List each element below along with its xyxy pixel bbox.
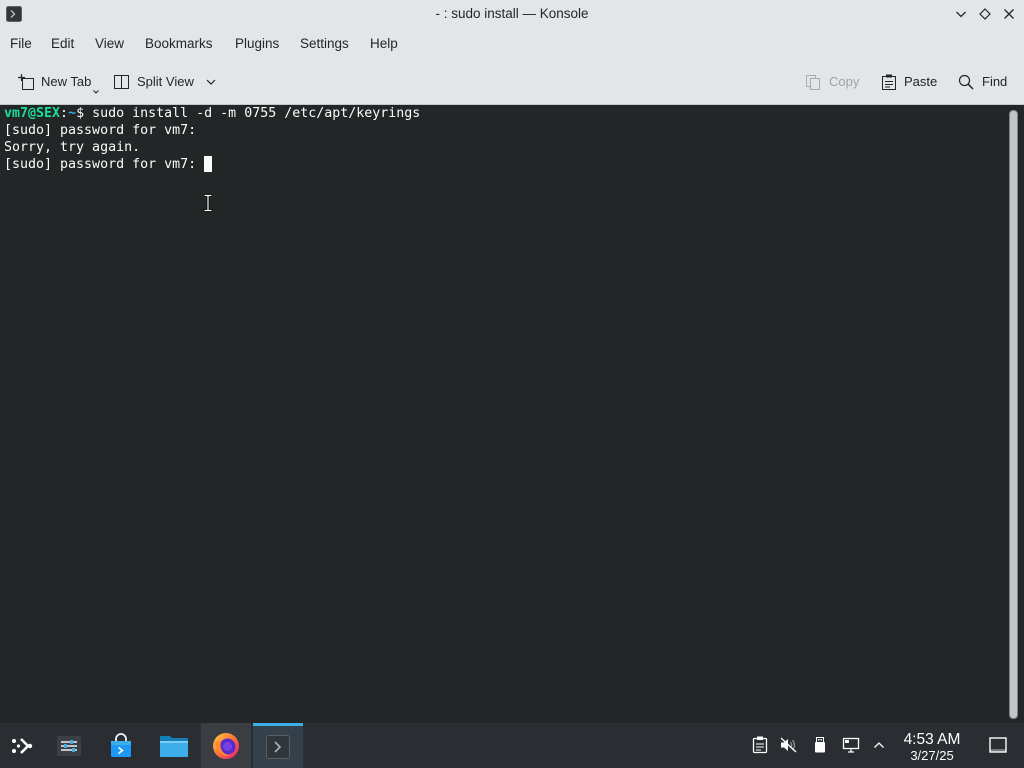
konsole-icon: [266, 735, 290, 759]
split-view-label: Split View: [137, 74, 194, 89]
digital-clock[interactable]: 4:53 AM 3/27/25: [892, 723, 972, 768]
prompt-symbol: $: [76, 106, 85, 121]
command-line: vm7@SEX:~$ sudo install -d -m 0755 /etc/a…: [4, 105, 420, 122]
split-view-icon: [114, 75, 129, 89]
new-tab-label: New Tab: [41, 74, 92, 89]
password-prompt-line: [sudo] password for vm7:: [4, 156, 420, 173]
text-cursor: [204, 156, 213, 172]
output-line: [sudo] password for vm7:: [4, 123, 197, 138]
dropdown-arrow-icon[interactable]: [93, 90, 99, 94]
prompt-path: ~: [68, 106, 77, 121]
application-launcher-icon: [12, 737, 33, 754]
chevron-down-icon[interactable]: [205, 76, 217, 88]
taskbar: 4:53 AM 3/27/25: [0, 723, 1024, 768]
split-view-button[interactable]: Split View: [106, 66, 224, 98]
discover-icon: [111, 732, 131, 757]
terminal-view[interactable]: vm7@SEX:~$ sudo install -d -m 0755 /etc/a…: [0, 105, 1024, 723]
chevron-down-icon[interactable]: [954, 7, 968, 21]
menu-help[interactable]: Help: [360, 28, 408, 60]
command-text: sudo install -d -m 0755 /etc/apt/keyring…: [92, 106, 421, 121]
removable-device-icon[interactable]: [814, 737, 826, 753]
paste-button[interactable]: Paste: [874, 66, 944, 98]
window-title: - : sudo install — Konsole: [435, 6, 589, 21]
mouse-ibeam-cursor: [204, 194, 212, 212]
menu-bar: File Edit View Bookmarks Plugins Setting…: [0, 28, 1024, 60]
folder-icon: [160, 735, 188, 757]
task-firefox[interactable]: [201, 723, 251, 768]
new-tab-button[interactable]: New Tab: [10, 66, 104, 98]
copy-button[interactable]: Copy: [798, 66, 866, 98]
find-button[interactable]: Find: [951, 66, 1017, 98]
scrollbar-thumb[interactable]: [1009, 110, 1018, 719]
network-wired-icon[interactable]: [842, 737, 860, 753]
menu-view[interactable]: View: [85, 28, 134, 60]
clock-time: 4:53 AM: [903, 731, 961, 748]
chevron-up-icon[interactable]: [873, 739, 885, 751]
paste-icon: [882, 74, 896, 90]
clock-date: 3/27/25: [910, 748, 954, 763]
menu-bookmarks[interactable]: Bookmarks: [135, 28, 223, 60]
terminal-output: vm7@SEX:~$ sudo install -d -m 0755 /etc/a…: [4, 105, 420, 173]
menu-file[interactable]: File: [0, 28, 42, 60]
menu-settings[interactable]: Settings: [290, 28, 359, 60]
paste-label: Paste: [904, 74, 938, 89]
title-bar[interactable]: - : sudo install — Konsole: [0, 0, 1024, 28]
volume-muted-icon[interactable]: [780, 737, 798, 753]
task-file-manager[interactable]: [149, 723, 199, 768]
show-desktop-icon[interactable]: [989, 737, 1007, 753]
copy-label: Copy: [829, 74, 860, 89]
close-icon[interactable]: [1002, 7, 1016, 21]
task-system-settings[interactable]: [44, 723, 94, 768]
menu-edit[interactable]: Edit: [41, 28, 84, 60]
diamond-icon[interactable]: [978, 7, 992, 21]
menu-plugins[interactable]: Plugins: [225, 28, 289, 60]
task-konsole[interactable]: [253, 723, 303, 768]
task-discover[interactable]: [96, 723, 146, 768]
prompt-user-host: vm7@SEX: [4, 106, 61, 121]
output-line: Sorry, try again.: [4, 140, 141, 155]
find-label: Find: [982, 74, 1008, 89]
tab-new-icon: [18, 74, 34, 90]
system-settings-icon: [57, 735, 81, 756]
application-launcher-button[interactable]: [0, 723, 44, 768]
search-icon: [958, 74, 974, 90]
prompt-separator: :: [60, 106, 69, 121]
copy-icon: [806, 75, 820, 90]
toolbar: New Tab Split View Copy Paste Find: [0, 60, 1024, 105]
clipboard-icon[interactable]: [752, 736, 768, 754]
output-line: [sudo] password for vm7:: [4, 157, 197, 172]
firefox-icon: [213, 732, 239, 759]
konsole-icon[interactable]: [6, 6, 22, 22]
